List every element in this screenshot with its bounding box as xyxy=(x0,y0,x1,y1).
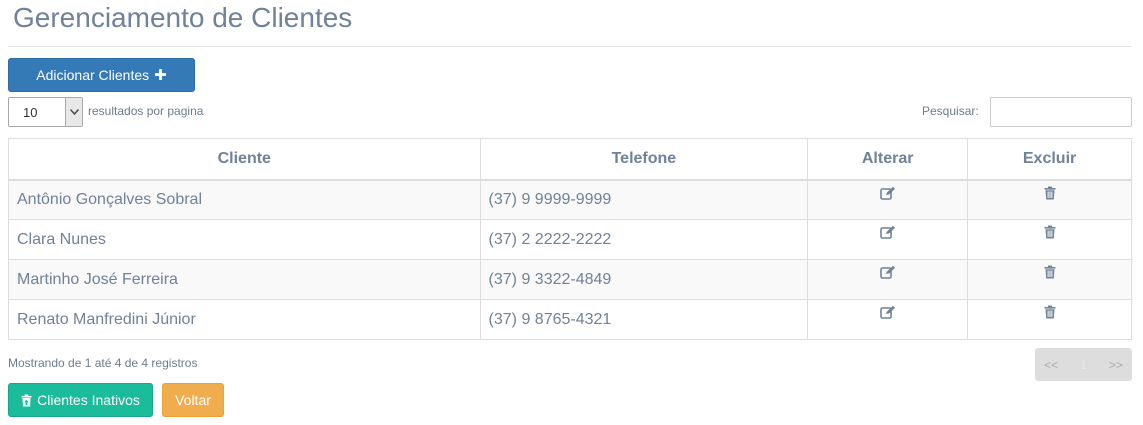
pager-next-button[interactable]: >> xyxy=(1100,358,1132,372)
cell-telefone: (37) 9 9999-9999 xyxy=(479,179,809,220)
table-info: Mostrando de 1 até 4 de 4 registros xyxy=(8,356,198,370)
add-clients-label: Adicionar Clientes xyxy=(36,67,150,83)
chevron-down-icon[interactable] xyxy=(65,98,82,126)
cell-excluir xyxy=(967,299,1132,340)
edit-icon[interactable] xyxy=(879,265,896,280)
back-button[interactable]: Voltar xyxy=(162,383,224,417)
edit-icon[interactable] xyxy=(879,225,896,240)
trash-icon[interactable] xyxy=(1044,225,1056,239)
pagination: << 1 >> xyxy=(1035,348,1132,381)
table-row: Clara Nunes (37) 2 2222-2222 xyxy=(8,219,1132,260)
pager-prev-button[interactable]: << xyxy=(1035,358,1067,372)
trash-icon xyxy=(21,394,32,407)
add-clients-button[interactable]: Adicionar Clientes ✚ xyxy=(8,58,195,92)
page-length-select[interactable]: 10 xyxy=(8,97,83,127)
inactive-clients-label: Clientes Inativos xyxy=(37,392,140,408)
cell-alterar xyxy=(807,259,969,300)
inactive-clients-button[interactable]: Clientes Inativos xyxy=(8,383,153,417)
search-input[interactable] xyxy=(990,97,1132,127)
edit-icon[interactable] xyxy=(879,305,896,320)
cell-alterar xyxy=(807,179,969,220)
table-header-row: Cliente Telefone Alterar Excluir xyxy=(8,138,1132,181)
cell-telefone: (37) 9 3322-4849 xyxy=(479,259,809,300)
cell-excluir xyxy=(967,179,1132,220)
page-title: Gerenciamento de Clientes xyxy=(13,2,353,33)
trash-icon[interactable] xyxy=(1044,186,1056,200)
divider xyxy=(8,46,1132,47)
cell-telefone: (37) 2 2222-2222 xyxy=(479,219,809,260)
page-length-label: resultados por pagina xyxy=(88,104,204,118)
plus-icon: ✚ xyxy=(154,67,167,84)
page-length-value: 10 xyxy=(23,104,38,120)
trash-icon[interactable] xyxy=(1044,265,1056,279)
search-label: Pesquisar: xyxy=(922,104,979,118)
cell-excluir xyxy=(967,219,1132,260)
header-cliente[interactable]: Cliente xyxy=(8,138,481,181)
trash-icon[interactable] xyxy=(1044,305,1056,319)
pager-page-1[interactable]: 1 xyxy=(1067,358,1099,372)
cell-alterar xyxy=(807,219,969,260)
edit-icon[interactable] xyxy=(879,186,896,200)
header-telefone[interactable]: Telefone xyxy=(479,138,809,181)
header-excluir[interactable]: Excluir xyxy=(967,138,1132,181)
cell-cliente: Martinho José Ferreira xyxy=(8,259,481,300)
table-row: Antônio Gonçalves Sobral (37) 9 9999-999… xyxy=(8,179,1132,220)
clients-table: Cliente Telefone Alterar Excluir Antônio… xyxy=(8,138,1132,340)
table-row: Martinho José Ferreira (37) 9 3322-4849 xyxy=(8,259,1132,300)
header-alterar[interactable]: Alterar xyxy=(807,138,969,181)
cell-cliente: Renato Manfredini Júnior xyxy=(8,299,481,340)
cell-excluir xyxy=(967,259,1132,300)
cell-cliente: Clara Nunes xyxy=(8,219,481,260)
cell-telefone: (37) 9 8765-4321 xyxy=(479,299,809,340)
table-row: Renato Manfredini Júnior (37) 9 8765-432… xyxy=(8,299,1132,340)
cell-alterar xyxy=(807,299,969,340)
cell-cliente: Antônio Gonçalves Sobral xyxy=(8,179,481,220)
